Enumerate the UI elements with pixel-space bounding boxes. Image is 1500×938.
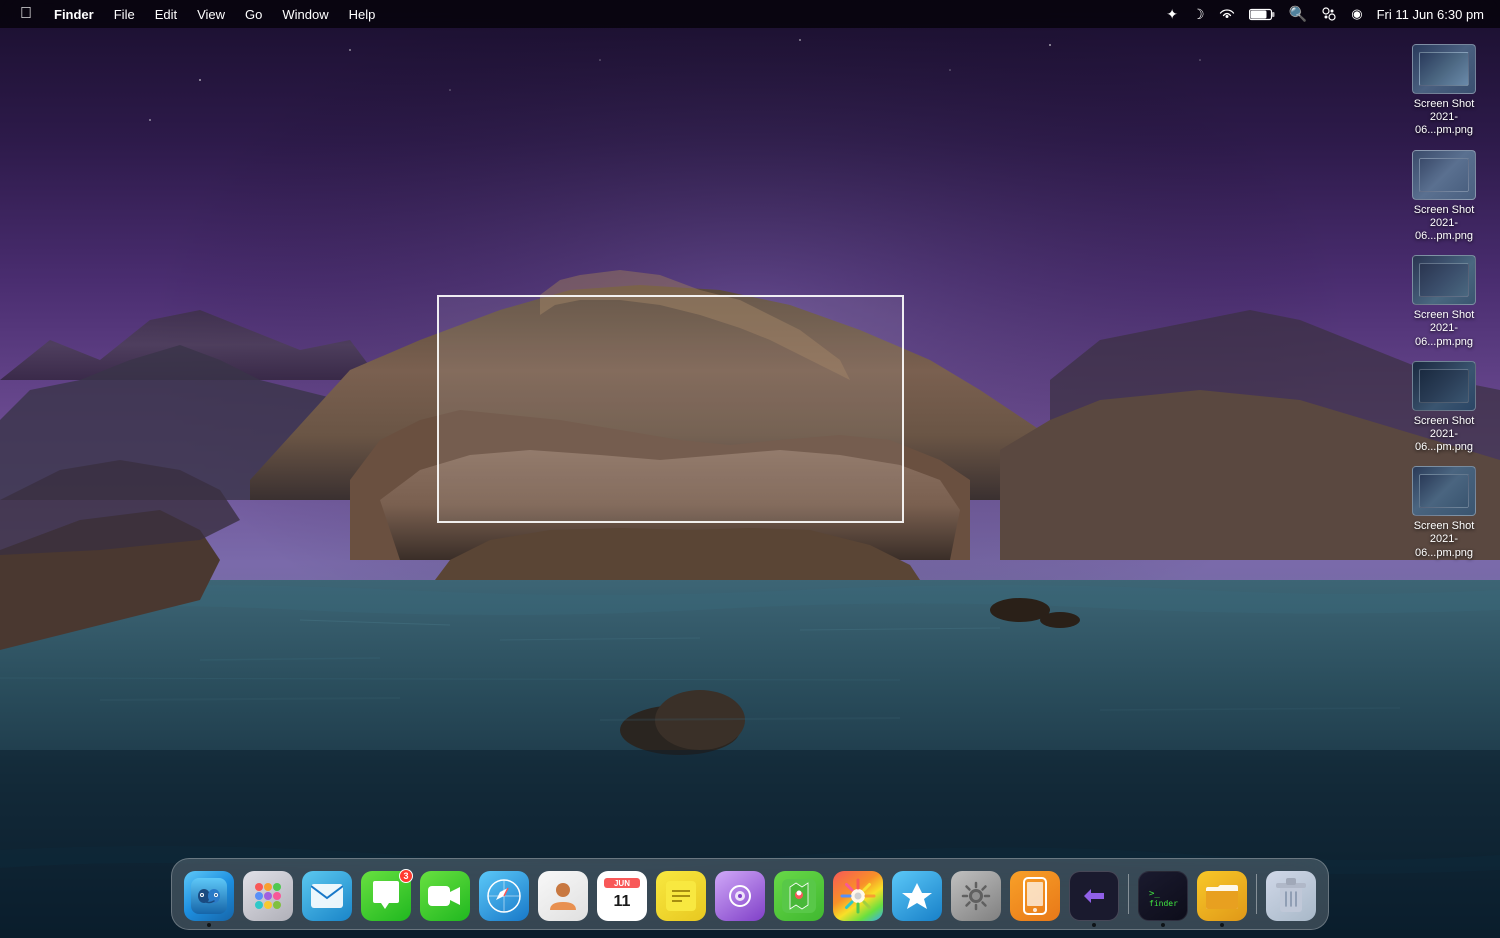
launchpad2-icon <box>715 871 765 921</box>
safari-icon <box>479 871 529 921</box>
svg-text:JUN: JUN <box>614 879 630 888</box>
wifi-icon[interactable] <box>1215 8 1239 20</box>
dock-notes[interactable] <box>654 869 708 923</box>
screenshot4-label: Screen Shot2021-06...pm.png <box>1408 415 1480 455</box>
desktop:  Finder File Edit View Go Window Help ✦… <box>0 0 1500 938</box>
menu-view[interactable]: View <box>187 0 235 28</box>
dock-launchpad2[interactable] <box>713 869 767 923</box>
svg-text:finder: finder <box>1149 899 1178 908</box>
bezel-icon <box>1010 871 1060 921</box>
dock-messages[interactable]: 3 <box>359 869 413 923</box>
user-icon[interactable]: ◉ <box>1347 6 1366 22</box>
desktop-icons: Screen Shot2021-06...pm.png Screen Shot2… <box>1404 40 1484 564</box>
focus-icon[interactable]: ☽ <box>1188 6 1209 23</box>
dock-warp[interactable] <box>1067 869 1121 923</box>
menubar-right: ✦ ☽ 🔍 <box>1162 5 1500 23</box>
photos-icon <box>833 871 883 921</box>
apple-menu[interactable]:  <box>8 0 44 28</box>
notes-icon <box>656 871 706 921</box>
selection-rectangle <box>437 295 904 523</box>
dock: 3 <box>171 858 1329 930</box>
battery-icon[interactable] <box>1245 8 1279 21</box>
appstore-icon <box>892 871 942 921</box>
warp-menubar-icon[interactable]: ✦ <box>1162 6 1182 23</box>
dock-trash[interactable] <box>1264 869 1318 923</box>
maps-icon <box>774 871 824 921</box>
menu-edit[interactable]: Edit <box>145 0 187 28</box>
contacts-icon <box>538 871 588 921</box>
dock-bezel[interactable] <box>1008 869 1062 923</box>
screenshot5-label: Screen Shot2021-06...pm.png <box>1408 520 1480 560</box>
app-name[interactable]: Finder <box>44 0 104 28</box>
search-menubar-icon[interactable]: 🔍 <box>1285 5 1312 23</box>
systemprefs-icon <box>951 871 1001 921</box>
svg-text:11: 11 <box>614 893 631 910</box>
screenshot1-label: Screen Shot2021-06...pm.png <box>1408 98 1480 138</box>
screenshot1-thumbnail <box>1412 44 1476 94</box>
dock-appstore[interactable] <box>890 869 944 923</box>
dock-finder2[interactable] <box>1195 869 1249 923</box>
desktop-icon-screenshot1[interactable]: Screen Shot2021-06...pm.png <box>1404 40 1484 142</box>
screenshot5-thumbnail <box>1412 466 1476 516</box>
dock-calendar[interactable]: JUN 11 <box>595 869 649 923</box>
iterm-dot <box>1161 923 1165 927</box>
menu-file[interactable]: File <box>104 0 145 28</box>
desktop-icon-screenshot5[interactable]: Screen Shot2021-06...pm.png <box>1404 462 1484 564</box>
dock-systemprefs[interactable] <box>949 869 1003 923</box>
menubar-left:  Finder File Edit View Go Window Help <box>0 0 385 28</box>
menubar:  Finder File Edit View Go Window Help ✦… <box>0 0 1500 28</box>
warp-icon <box>1069 871 1119 921</box>
calendar-icon: JUN 11 <box>597 871 647 921</box>
dock-contacts[interactable] <box>536 869 590 923</box>
screenshot4-thumbnail <box>1412 361 1476 411</box>
clock[interactable]: Fri 11 Jun 6:30 pm <box>1373 7 1488 22</box>
iterm-icon: >_ finder <box>1138 871 1188 921</box>
screenshot3-label: Screen Shot2021-06...pm.png <box>1408 309 1480 349</box>
dock-photos[interactable] <box>831 869 885 923</box>
dock-launchpad[interactable] <box>241 869 295 923</box>
trash-icon <box>1266 871 1316 921</box>
messages-icon: 3 <box>361 871 411 921</box>
apple-logo:  <box>20 5 32 23</box>
dock-facetime[interactable] <box>418 869 472 923</box>
desktop-icon-screenshot2[interactable]: Screen Shot2021-06...pm.png <box>1404 146 1484 248</box>
finder-dot <box>207 923 211 927</box>
menu-window[interactable]: Window <box>272 0 338 28</box>
dock-mail[interactable] <box>300 869 354 923</box>
desktop-icon-screenshot4[interactable]: Screen Shot2021-06...pm.png <box>1404 357 1484 459</box>
dock-safari[interactable] <box>477 869 531 923</box>
dock-maps[interactable] <box>772 869 826 923</box>
launchpad-icon <box>243 871 293 921</box>
screenshot3-thumbnail <box>1412 255 1476 305</box>
dock-separator-2 <box>1256 874 1257 914</box>
control-center-icon[interactable] <box>1317 6 1341 22</box>
finder2-icon <box>1197 871 1247 921</box>
finder-icon <box>184 871 234 921</box>
dock-iterm[interactable]: >_ finder <box>1136 869 1190 923</box>
desktop-icon-screenshot3[interactable]: Screen Shot2021-06...pm.png <box>1404 251 1484 353</box>
screenshot2-thumbnail <box>1412 150 1476 200</box>
wallpaper <box>0 0 1500 938</box>
finder2-dot <box>1220 923 1224 927</box>
dock-finder[interactable] <box>182 869 236 923</box>
screenshot2-label: Screen Shot2021-06...pm.png <box>1408 204 1480 244</box>
messages-badge: 3 <box>399 869 413 883</box>
facetime-icon <box>420 871 470 921</box>
svg-text:>_: >_ <box>1149 889 1160 899</box>
mail-icon <box>302 871 352 921</box>
warp-dot <box>1092 923 1096 927</box>
dock-separator <box>1128 874 1129 914</box>
menu-go[interactable]: Go <box>235 0 272 28</box>
menu-help[interactable]: Help <box>339 0 386 28</box>
